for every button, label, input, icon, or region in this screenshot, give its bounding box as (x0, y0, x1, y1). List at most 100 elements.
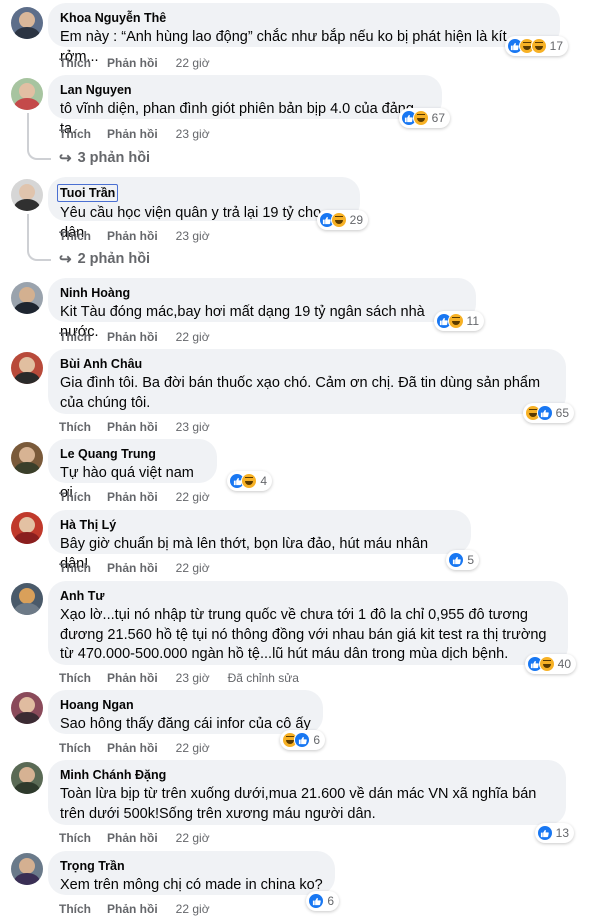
like-reaction-icon (536, 405, 553, 421)
avatar[interactable] (11, 583, 43, 615)
haha-reaction-icon (538, 656, 555, 672)
reaction-summary[interactable]: 5 (446, 550, 479, 570)
avatar[interactable] (11, 853, 43, 885)
reply-button[interactable]: Phản hồi (107, 228, 158, 244)
reaction-summary[interactable]: 17 (504, 36, 568, 56)
like-button[interactable]: Thích (59, 329, 91, 345)
reaction-summary[interactable]: 4 (227, 471, 272, 491)
commenter-name[interactable]: Trọng Trần (60, 858, 323, 874)
avatar[interactable] (11, 762, 43, 794)
comment-timestamp[interactable]: 22 giờ (176, 830, 210, 846)
comment-timestamp[interactable]: 22 giờ (176, 560, 210, 576)
like-button[interactable]: Thích (59, 126, 91, 142)
reaction-summary[interactable]: 65 (522, 403, 574, 423)
avatar[interactable] (11, 512, 43, 544)
replies-count-label: 3 phản hồi (77, 150, 151, 166)
view-replies-link[interactable]: ↪ 2 phản hồi (59, 250, 150, 268)
comment-timestamp[interactable]: 22 giờ (176, 329, 210, 345)
like-reaction-icon (308, 893, 325, 909)
avatar[interactable] (11, 692, 43, 724)
edited-label[interactable]: Đã chỉnh sửa (228, 670, 299, 686)
reply-button[interactable]: Phản hồi (107, 560, 158, 576)
avatar[interactable] (11, 179, 43, 211)
like-button[interactable]: Thích (59, 560, 91, 576)
reply-button[interactable]: Phản hồi (107, 55, 158, 71)
commenter-name[interactable]: Ninh Hoàng (60, 285, 464, 301)
comment-bubble: Hà Thị Lý Bây giờ chuẩn bị mà lên thớt, … (48, 510, 479, 572)
reaction-summary[interactable]: 6 (280, 730, 325, 750)
comment-actions: Thích Phản hồi 22 giờ (59, 901, 210, 917)
comment-bubble: Anh Tư Xạo lờ...tụi nó nhập từ trung quố… (48, 581, 576, 674)
comment-actions: Thích Phản hồi 23 giờ Đã chỉnh sửa (59, 670, 299, 686)
comment-timestamp[interactable]: 23 giờ (176, 126, 210, 142)
reply-button[interactable]: Phản hồi (107, 126, 158, 142)
commenter-name[interactable]: Bùi Anh Châu (60, 356, 554, 372)
like-button[interactable]: Thích (59, 228, 91, 244)
comment-text: Xem trên mông chị có made in china ko? (60, 877, 323, 893)
commenter-name[interactable]: Minh Chánh Đặng (60, 767, 554, 783)
reply-button[interactable]: Phản hồi (107, 670, 158, 686)
reaction-count: 6 (327, 894, 334, 908)
reply-button[interactable]: Phản hồi (107, 901, 158, 917)
reaction-count: 11 (466, 314, 479, 328)
commenter-name[interactable]: Anh Tư (60, 588, 556, 604)
reply-button[interactable]: Phản hồi (107, 489, 158, 505)
comment-timestamp[interactable]: 22 giờ (176, 489, 210, 505)
like-button[interactable]: Thích (59, 489, 91, 505)
comment-actions: Thích Phản hồi 23 giờ (59, 228, 210, 244)
comment-actions: Thích Phản hồi 22 giờ (59, 489, 210, 505)
commenter-name[interactable]: Le Quang Trung (60, 446, 205, 462)
reply-button[interactable]: Phản hồi (107, 329, 158, 345)
comment-bubble: Lan Nguyen tô vĩnh diện, phan đình giót … (48, 75, 450, 137)
reply-button[interactable]: Phản hồi (107, 419, 158, 435)
reaction-count: 65 (555, 406, 569, 420)
comment-actions: Thích Phản hồi 22 giờ (59, 560, 210, 576)
reaction-summary[interactable]: 40 (524, 654, 576, 674)
reaction-count: 40 (557, 657, 571, 671)
like-button[interactable]: Thích (59, 830, 91, 846)
comment-actions: Thích Phản hồi 22 giờ (59, 329, 210, 345)
reaction-summary[interactable]: 67 (398, 108, 450, 128)
comment-timestamp[interactable]: 22 giờ (176, 901, 210, 917)
comment-text: Xạo lờ...tụi nó nhập từ trung quốc về ch… (60, 607, 547, 662)
like-button[interactable]: Thích (59, 670, 91, 686)
reaction-summary[interactable]: 6 (306, 891, 339, 911)
comment-timestamp[interactable]: 23 giờ (176, 670, 210, 686)
avatar[interactable] (11, 442, 43, 474)
avatar[interactable] (11, 352, 43, 384)
avatar[interactable] (11, 282, 43, 314)
reaction-summary[interactable]: 13 (534, 823, 574, 843)
reply-arrow-icon: ↪ (59, 251, 72, 268)
haha-reaction-icon (447, 313, 464, 329)
commenter-name[interactable]: Tuoi Trần (57, 184, 119, 202)
commenter-name[interactable]: Hoang Ngan (60, 697, 311, 713)
comment-actions: Thích Phản hồi 22 giờ (59, 55, 210, 71)
like-button[interactable]: Thích (59, 740, 91, 756)
like-button[interactable]: Thích (59, 55, 91, 71)
comment-timestamp[interactable]: 22 giờ (176, 740, 210, 756)
reaction-summary[interactable]: 29 (316, 210, 368, 230)
commenter-name[interactable]: Khoa Nguyễn Thê (60, 10, 548, 26)
comment-actions: Thích Phản hồi 23 giờ (59, 126, 210, 142)
comment-bubble: Trọng Trần Xem trên mông chị có made in … (48, 851, 339, 911)
like-reaction-icon (448, 552, 465, 568)
comment-bubble: Khoa Nguyễn Thê Em này : “Anh hùng lao đ… (48, 3, 568, 65)
avatar[interactable] (11, 78, 43, 110)
reply-button[interactable]: Phản hồi (107, 830, 158, 846)
comment-timestamp[interactable]: 23 giờ (176, 419, 210, 435)
like-button[interactable]: Thích (59, 419, 91, 435)
avatar[interactable] (11, 7, 43, 39)
comment-timestamp[interactable]: 23 giờ (176, 228, 210, 244)
reaction-summary[interactable]: 11 (433, 311, 484, 331)
reaction-count: 4 (260, 474, 267, 488)
reply-button[interactable]: Phản hồi (107, 740, 158, 756)
comment-timestamp[interactable]: 22 giờ (176, 55, 210, 71)
commenter-name[interactable]: Hà Thị Lý (60, 517, 459, 533)
view-replies-link[interactable]: ↪ 3 phản hồi (59, 149, 150, 167)
like-button[interactable]: Thích (59, 901, 91, 917)
reply-arrow-icon: ↪ (59, 150, 72, 167)
comment-text: Gia đình tôi. Ba đời bán thuốc xạo chó. … (60, 375, 541, 411)
comment-text: Toàn lừa bịp từ trên xuống dưới,mua 21.6… (60, 786, 537, 822)
commenter-name[interactable]: Lan Nguyen (60, 82, 430, 98)
like-reaction-icon (294, 732, 311, 748)
